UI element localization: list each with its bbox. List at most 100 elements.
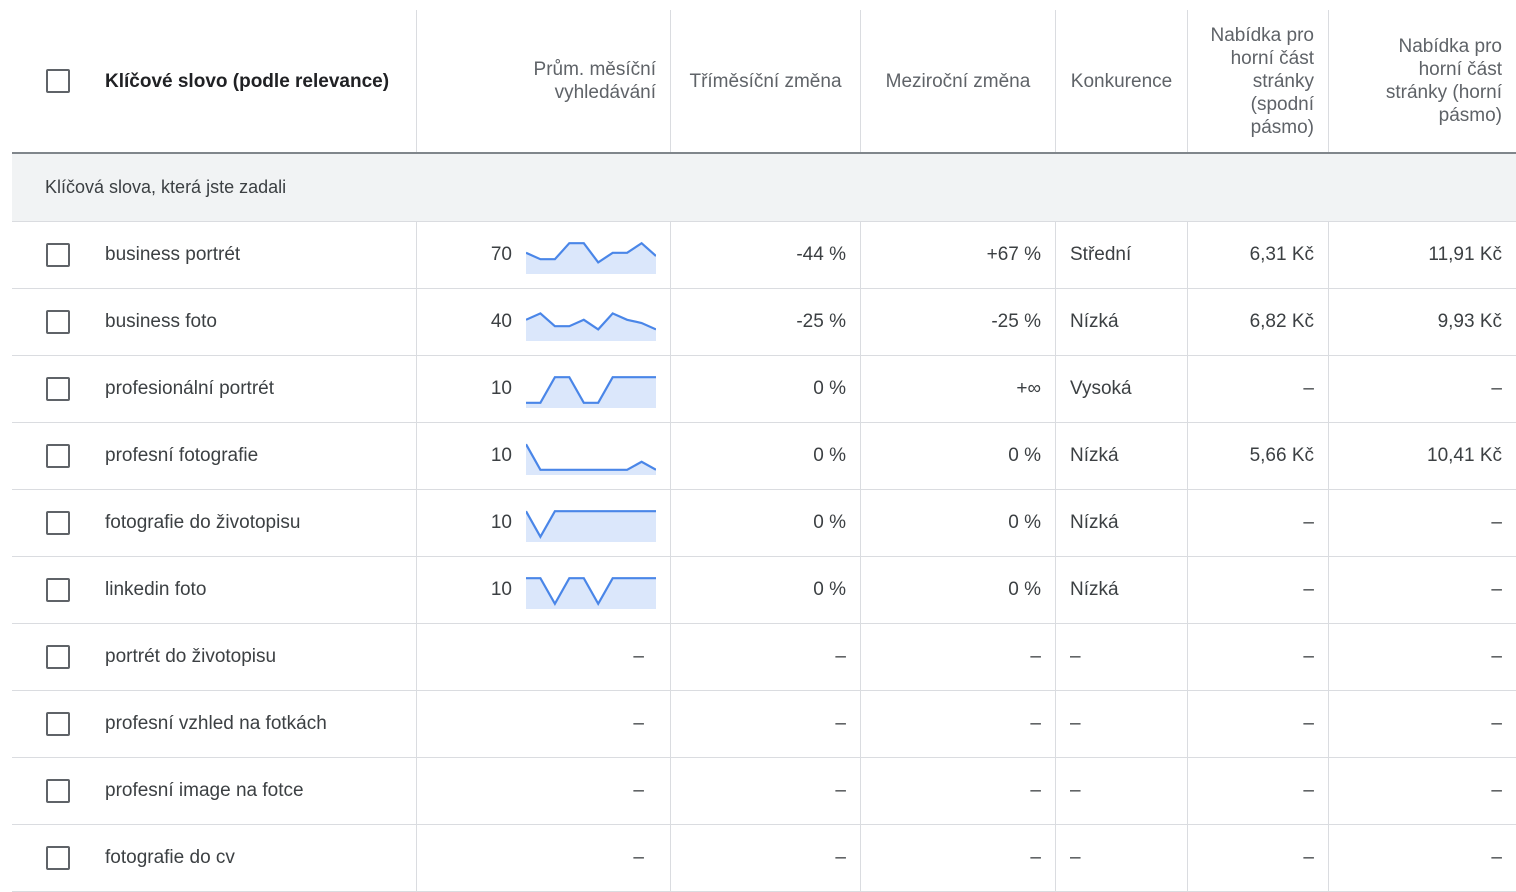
trend-area	[526, 578, 656, 609]
keyword-cell: fotografie do cv	[12, 825, 417, 891]
keyword-cell: profesní fotografie	[12, 423, 417, 489]
trend-sparkline	[526, 312, 656, 341]
header-bid-low-cell[interactable]: Nabídka pro horní část stránky (spodní p…	[1188, 10, 1329, 152]
three-month-change-cell: –	[671, 691, 861, 757]
row-checkbox[interactable]	[46, 243, 70, 267]
bid-high-value: –	[1491, 646, 1502, 667]
yoy-change-cell: +∞	[861, 356, 1056, 422]
header-keyword-cell[interactable]: Klíčové slovo (podle relevance)	[12, 10, 417, 152]
header-three-month-cell[interactable]: Tříměsíční změna	[671, 10, 861, 152]
bid-low-cell: –	[1188, 557, 1329, 623]
keyword-text: profesní fotografie	[105, 445, 259, 466]
trend-sparkline	[526, 443, 656, 475]
yoy-change-cell: 0 %	[861, 490, 1056, 556]
row-checkbox[interactable]	[46, 779, 70, 803]
avg-searches-cell: –	[417, 758, 671, 824]
three-month-change-value: -44 %	[796, 244, 846, 265]
table-row: linkedin foto 10 0 % 0 % Nízká – –	[12, 557, 1516, 624]
keyword-cell: portrét do životopisu	[12, 624, 417, 690]
keyword-cell: profesionální portrét	[12, 356, 417, 422]
avg-searches-cell: 40	[417, 289, 671, 355]
row-checkbox[interactable]	[46, 578, 70, 602]
table-row: portrét do životopisu – – – – – –	[12, 624, 1516, 691]
yoy-change-value: 0 %	[1008, 512, 1041, 533]
competition-value: Nízká	[1070, 512, 1119, 533]
row-checkbox[interactable]	[46, 645, 70, 669]
select-all-checkbox[interactable]	[46, 69, 70, 93]
yoy-change-cell: –	[861, 758, 1056, 824]
three-month-change-value: 0 %	[813, 378, 846, 399]
header-keyword-label[interactable]: Klíčové slovo (podle relevance)	[105, 70, 389, 93]
bid-high-cell: –	[1329, 825, 1516, 891]
bid-low-value: –	[1303, 780, 1314, 801]
three-month-change-cell: 0 %	[671, 356, 861, 422]
three-month-change-value: 0 %	[813, 512, 846, 533]
row-checkbox[interactable]	[46, 511, 70, 535]
header-yoy-label[interactable]: Meziroční změna	[886, 70, 1031, 93]
avg-searches-cell: 10	[417, 557, 671, 623]
bid-high-value: 9,93 Kč	[1437, 311, 1502, 332]
header-three-month-label[interactable]: Tříměsíční změna	[689, 70, 841, 93]
row-checkbox[interactable]	[46, 377, 70, 401]
avg-searches-cell: –	[417, 691, 671, 757]
bid-low-cell: –	[1188, 825, 1329, 891]
header-competition-label[interactable]: Konkurence	[1071, 70, 1172, 93]
three-month-change-value: -25 %	[796, 311, 846, 332]
bid-high-value: 10,41 Kč	[1427, 445, 1502, 466]
competition-value: Nízká	[1070, 311, 1119, 332]
competition-value: Nízká	[1070, 445, 1119, 466]
bid-high-value: 11,91 Kč	[1428, 244, 1502, 265]
bid-high-value: –	[1491, 378, 1502, 399]
competition-cell: Vysoká	[1056, 356, 1188, 422]
three-month-change-value: 0 %	[813, 579, 846, 600]
yoy-change-value: –	[1030, 713, 1041, 734]
yoy-change-cell: –	[861, 624, 1056, 690]
row-checkbox[interactable]	[46, 712, 70, 736]
bid-low-value: 6,31 Kč	[1249, 244, 1314, 265]
row-checkbox[interactable]	[46, 846, 70, 870]
keyword-text: profesní image na fotce	[105, 780, 304, 801]
avg-searches-value: 70	[490, 244, 512, 265]
header-bid-high-label[interactable]: Nabídka pro horní část stránky (horní pá…	[1372, 35, 1502, 127]
bid-high-cell: –	[1329, 691, 1516, 757]
group-row: Klíčová slova, která jste zadali	[12, 154, 1516, 222]
three-month-change-cell: 0 %	[671, 423, 861, 489]
bid-high-cell: 9,93 Kč	[1329, 289, 1516, 355]
bid-high-cell: –	[1329, 356, 1516, 422]
three-month-change-value: –	[835, 780, 846, 801]
header-bid-high-cell[interactable]: Nabídka pro horní část stránky (horní pá…	[1329, 10, 1516, 152]
group-label: Klíčová slova, která jste zadali	[45, 177, 287, 197]
row-checkbox[interactable]	[46, 310, 70, 334]
row-checkbox[interactable]	[46, 444, 70, 468]
bid-low-cell: 6,31 Kč	[1188, 222, 1329, 288]
three-month-change-value: –	[835, 713, 846, 734]
avg-searches-value: –	[633, 713, 644, 734]
keyword-text: profesionální portrét	[105, 378, 274, 399]
bid-high-cell: –	[1329, 557, 1516, 623]
keyword-text: fotografie do cv	[105, 847, 235, 868]
three-month-change-cell: –	[671, 825, 861, 891]
header-avg-searches-label[interactable]: Prům. měsíční vyhledávání	[506, 58, 656, 104]
table-row: fotografie do cv – – – – – –	[12, 825, 1516, 892]
keyword-cell: profesní image na fotce	[12, 758, 417, 824]
avg-searches-value: –	[633, 780, 644, 801]
avg-searches-cell: 70	[417, 222, 671, 288]
header-yoy-cell[interactable]: Meziroční změna	[861, 10, 1056, 152]
keyword-cell: business portrét	[12, 222, 417, 288]
header-avg-searches-cell[interactable]: Prům. měsíční vyhledávání	[417, 10, 671, 152]
trend-sparkline	[526, 241, 656, 274]
bid-high-cell: 11,91 Kč	[1329, 222, 1516, 288]
competition-cell: Nízká	[1056, 490, 1188, 556]
three-month-change-cell: -44 %	[671, 222, 861, 288]
table-row: profesionální portrét 10 0 % +∞ Vysoká – –	[12, 356, 1516, 423]
competition-cell: Střední	[1056, 222, 1188, 288]
bid-low-value: –	[1303, 512, 1314, 533]
header-competition-cell[interactable]: Konkurence	[1056, 10, 1188, 152]
three-month-change-value: –	[835, 847, 846, 868]
keyword-text: business portrét	[105, 244, 241, 265]
yoy-change-value: –	[1030, 780, 1041, 801]
header-bid-low-label[interactable]: Nabídka pro horní část stránky (spodní p…	[1199, 24, 1314, 139]
competition-cell: Nízká	[1056, 289, 1188, 355]
avg-searches-cell: –	[417, 624, 671, 690]
competition-value: Střední	[1070, 244, 1132, 265]
